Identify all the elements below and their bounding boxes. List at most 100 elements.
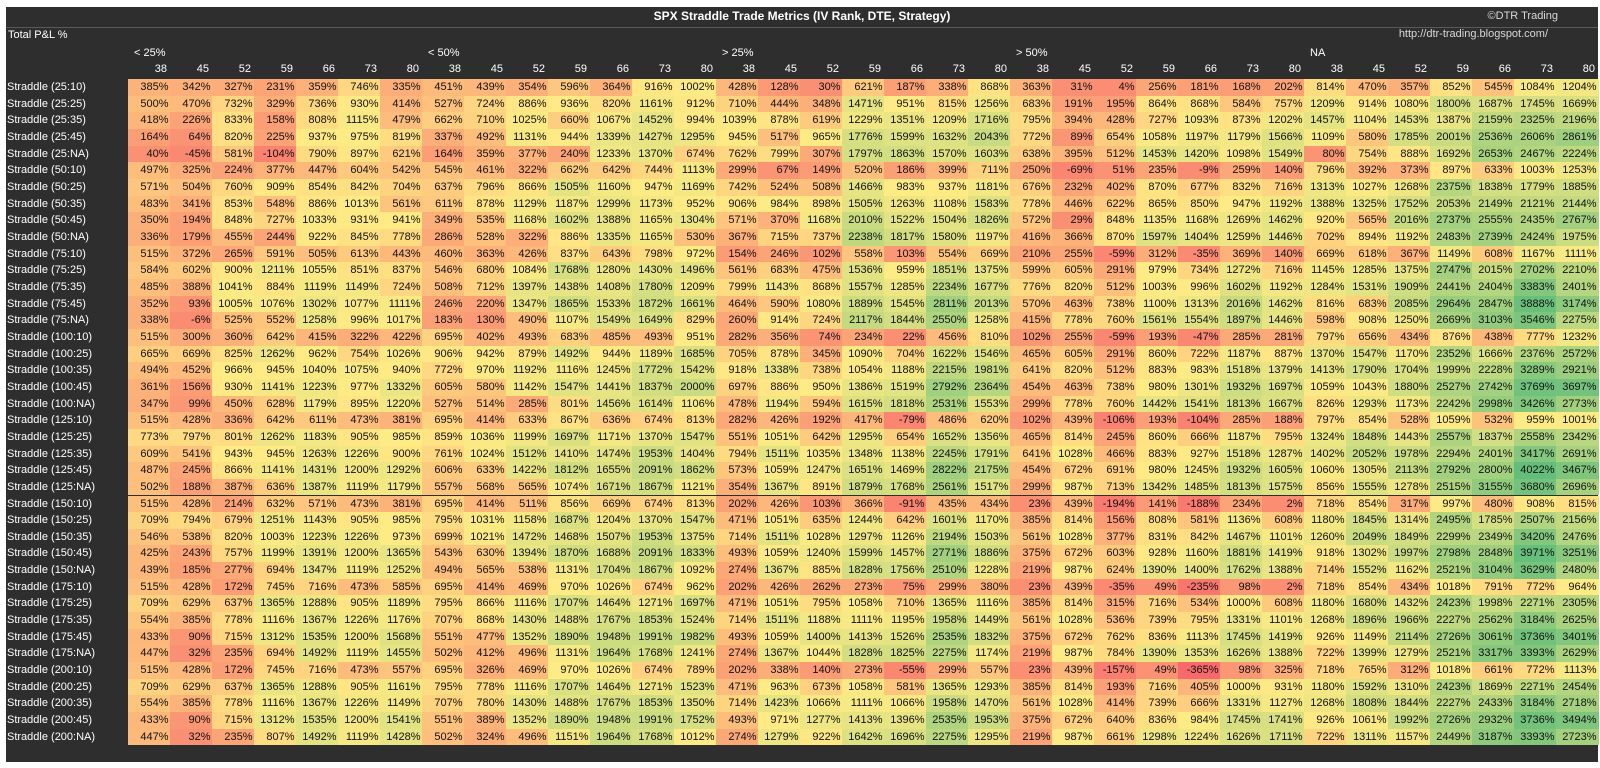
table-cell[interactable]: 2483% bbox=[1430, 228, 1473, 246]
table-cell[interactable]: 866% bbox=[464, 595, 507, 613]
table-cell[interactable]: 1284% bbox=[1304, 278, 1347, 296]
table-cell[interactable]: 784% bbox=[1094, 645, 1137, 663]
table-cell[interactable]: 832% bbox=[1220, 178, 1263, 196]
table-cell[interactable]: 1953% bbox=[632, 528, 675, 546]
table-cell[interactable]: 1003% bbox=[1514, 162, 1557, 179]
table-cell[interactable]: 359% bbox=[464, 145, 507, 163]
table-cell[interactable]: 1978% bbox=[1388, 445, 1431, 463]
table-cell[interactable]: 485% bbox=[590, 328, 633, 346]
table-cell[interactable]: 1194% bbox=[758, 395, 801, 413]
table-cell[interactable]: 102% bbox=[1010, 412, 1053, 429]
table-cell[interactable]: 3467% bbox=[1556, 462, 1599, 479]
table-cell[interactable]: 1897% bbox=[1220, 312, 1263, 329]
table-cell[interactable]: 439% bbox=[128, 562, 171, 579]
table-cell[interactable]: 814% bbox=[1052, 678, 1095, 696]
table-cell[interactable]: 661% bbox=[1472, 662, 1515, 679]
table-cell[interactable]: 1332% bbox=[380, 378, 423, 396]
table-cell[interactable]: 552% bbox=[254, 312, 297, 329]
table-cell[interactable]: 1849% bbox=[1388, 528, 1431, 546]
table-cell[interactable]: 745% bbox=[254, 578, 297, 596]
table-cell[interactable]: 927% bbox=[1178, 445, 1221, 463]
table-cell[interactable]: 1370% bbox=[632, 145, 675, 163]
table-cell[interactable]: 745% bbox=[254, 662, 297, 679]
table-cell[interactable]: 1195% bbox=[884, 612, 927, 629]
table-cell[interactable]: 1953% bbox=[632, 445, 675, 463]
table-cell[interactable]: 286% bbox=[422, 228, 465, 246]
table-cell[interactable]: 1848% bbox=[1346, 428, 1389, 446]
table-cell[interactable]: 2771% bbox=[926, 545, 969, 563]
table-cell[interactable]: 1179% bbox=[1220, 128, 1263, 146]
table-cell[interactable]: 2467% bbox=[1514, 145, 1557, 163]
table-cell[interactable]: 356% bbox=[758, 328, 801, 346]
table-cell[interactable]: 232% bbox=[1052, 178, 1095, 196]
table-cell[interactable]: 801% bbox=[548, 395, 591, 413]
table-cell[interactable]: 1547% bbox=[1346, 345, 1389, 363]
table-cell[interactable]: 842% bbox=[338, 178, 381, 196]
table-cell[interactable]: 1197% bbox=[968, 228, 1011, 246]
table-cell[interactable]: 1250% bbox=[1388, 312, 1431, 329]
table-cell[interactable]: 714% bbox=[716, 612, 759, 629]
table-cell[interactable]: 1519% bbox=[884, 378, 927, 396]
table-cell[interactable]: 1173% bbox=[632, 195, 675, 213]
table-cell[interactable]: 1602% bbox=[1220, 278, 1263, 296]
table-cell[interactable]: 1288% bbox=[296, 595, 339, 613]
table-cell[interactable]: 1390% bbox=[1136, 645, 1179, 663]
table-cell[interactable]: 1697% bbox=[674, 595, 717, 613]
table-cell[interactable]: 683% bbox=[1010, 95, 1053, 113]
table-cell[interactable]: 1263% bbox=[296, 445, 339, 463]
table-cell[interactable]: 244% bbox=[254, 228, 297, 246]
table-cell[interactable]: 894% bbox=[1346, 228, 1389, 246]
table-cell[interactable]: 1233% bbox=[590, 145, 633, 163]
table-cell[interactable]: 660% bbox=[548, 112, 591, 129]
table-cell[interactable]: 3420% bbox=[1514, 528, 1557, 546]
table-cell[interactable]: 669% bbox=[590, 495, 633, 513]
table-cell[interactable]: 1224% bbox=[1178, 728, 1221, 746]
table-cell[interactable]: 796% bbox=[464, 178, 507, 196]
table-cell[interactable]: 598% bbox=[1304, 312, 1347, 329]
table-cell[interactable]: 1511% bbox=[758, 612, 801, 629]
table-cell[interactable]: 695% bbox=[422, 662, 465, 679]
table-cell[interactable]: 581% bbox=[212, 145, 255, 163]
table-cell[interactable]: 801% bbox=[212, 428, 255, 446]
table-cell[interactable]: 1119% bbox=[338, 562, 381, 579]
table-cell[interactable]: 1526% bbox=[884, 628, 927, 646]
table-cell[interactable]: 853% bbox=[212, 195, 255, 213]
table-cell[interactable]: 102% bbox=[1010, 328, 1053, 346]
table-cell[interactable]: 250% bbox=[1010, 162, 1053, 179]
table-cell[interactable]: 1098% bbox=[1220, 145, 1263, 163]
table-cell[interactable]: 884% bbox=[254, 278, 297, 296]
table-cell[interactable]: 530% bbox=[674, 228, 717, 246]
table-cell[interactable]: 1310% bbox=[1388, 678, 1431, 696]
table-cell[interactable]: 399% bbox=[926, 162, 969, 179]
table-cell[interactable]: 642% bbox=[884, 512, 927, 529]
table-cell[interactable]: 2364% bbox=[968, 378, 1011, 396]
table-cell[interactable]: 1813% bbox=[1220, 478, 1263, 496]
table-cell[interactable]: 1059% bbox=[758, 545, 801, 563]
table-cell[interactable]: 1813% bbox=[1220, 395, 1263, 413]
table-cell[interactable]: 1614% bbox=[632, 395, 675, 413]
table-cell[interactable]: 797% bbox=[1304, 328, 1347, 346]
table-cell[interactable]: 746% bbox=[338, 79, 381, 96]
table-cell[interactable]: 1021% bbox=[464, 528, 507, 546]
table-cell[interactable]: 1767% bbox=[590, 695, 633, 713]
table-cell[interactable]: 888% bbox=[1388, 145, 1431, 163]
table-cell[interactable]: 75% bbox=[884, 578, 927, 596]
table-cell[interactable]: 829% bbox=[674, 312, 717, 329]
table-cell[interactable]: 1352% bbox=[506, 712, 549, 729]
table-cell[interactable]: 193% bbox=[1094, 678, 1137, 696]
table-cell[interactable]: 694% bbox=[254, 645, 297, 663]
table-cell[interactable]: 716% bbox=[1136, 595, 1179, 613]
table-cell[interactable]: 1457% bbox=[1304, 112, 1347, 129]
table-cell[interactable]: 1200% bbox=[338, 712, 381, 729]
table-cell[interactable]: 962% bbox=[674, 578, 717, 596]
table-cell[interactable]: 1168% bbox=[800, 212, 843, 229]
table-cell[interactable]: 2224% bbox=[1556, 145, 1599, 163]
table-cell[interactable]: 987% bbox=[1052, 728, 1095, 746]
table-cell[interactable]: 1001% bbox=[1556, 412, 1599, 429]
table-cell[interactable]: 642% bbox=[254, 412, 297, 429]
table-cell[interactable]: 172% bbox=[212, 578, 255, 596]
table-cell[interactable]: 2113% bbox=[1388, 462, 1431, 479]
table-cell[interactable]: 965% bbox=[800, 128, 843, 146]
table-cell[interactable]: 1287% bbox=[1262, 445, 1305, 463]
table-cell[interactable]: 1149% bbox=[380, 695, 423, 713]
